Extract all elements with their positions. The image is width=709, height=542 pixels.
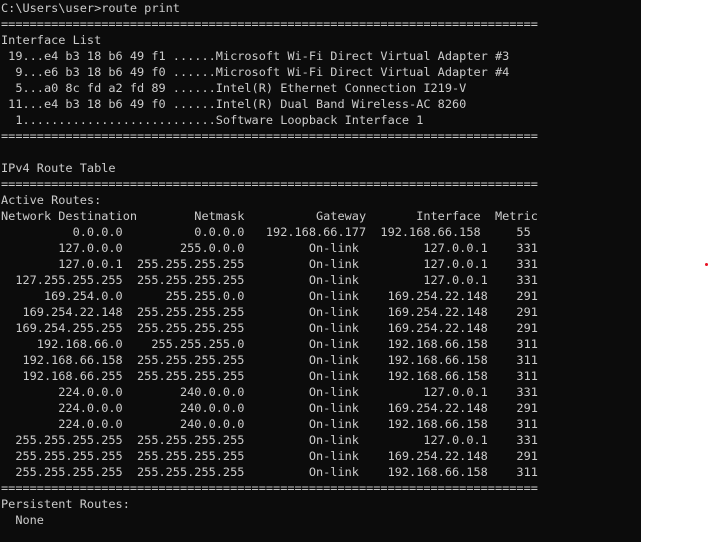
console-window[interactable]: C:\Users\user>route print ===============…	[0, 0, 641, 542]
console-output: C:\Users\user>route print ===============…	[0, 0, 641, 528]
interface-entry: 5...a0 8c fd a2 fd 89 ......Intel(R) Eth…	[1, 81, 467, 95]
interface-entry: 19...e4 b3 18 b6 49 f1 ......Microsoft W…	[1, 49, 510, 63]
route-row: 192.168.66.255 255.255.255.255 On-link 1…	[1, 369, 538, 383]
route-row: 169.254.255.255 255.255.255.255 On-link …	[1, 321, 538, 335]
route-row: 127.0.0.1 255.255.255.255 On-link 127.0.…	[1, 257, 538, 271]
red-dot-marker	[705, 263, 708, 266]
route-row: 192.168.66.158 255.255.255.255 On-link 1…	[1, 353, 538, 367]
route-row: 224.0.0.0 240.0.0.0 On-link 192.168.66.1…	[1, 417, 538, 431]
ipv4-route-table-heading: IPv4 Route Table	[1, 161, 116, 175]
route-row: 0.0.0.0 0.0.0.0 192.168.66.177 192.168.6…	[1, 225, 531, 239]
blank-background	[641, 0, 709, 542]
route-row: 127.255.255.255 255.255.255.255 On-link …	[1, 273, 538, 287]
route-row: 255.255.255.255 255.255.255.255 On-link …	[1, 465, 538, 479]
separator-line: ========================================…	[1, 177, 538, 191]
route-row: 224.0.0.0 240.0.0.0 On-link 169.254.22.1…	[1, 401, 538, 415]
separator-line: ========================================…	[1, 17, 538, 31]
interface-entry: 11...e4 b3 18 b6 49 f0 ......Intel(R) Du…	[1, 97, 467, 111]
route-table-header: Network Destination Netmask Gateway Inte…	[1, 209, 538, 223]
command-line: C:\Users\user>route print	[1, 1, 180, 15]
route-row: 255.255.255.255 255.255.255.255 On-link …	[1, 433, 538, 447]
interface-list-heading: Interface List	[1, 33, 102, 47]
persistent-routes-heading: Persistent Routes:	[1, 497, 130, 511]
active-routes-heading: Active Routes:	[1, 193, 102, 207]
separator-line: ========================================…	[1, 129, 538, 143]
route-row: 169.254.0.0 255.255.0.0 On-link 169.254.…	[1, 289, 538, 303]
persistent-routes-value: None	[1, 513, 44, 527]
route-row: 169.254.22.148 255.255.255.255 On-link 1…	[1, 305, 538, 319]
route-row: 127.0.0.0 255.0.0.0 On-link 127.0.0.1 33…	[1, 241, 538, 255]
separator-line: ========================================…	[1, 481, 538, 495]
route-row: 224.0.0.0 240.0.0.0 On-link 127.0.0.1 33…	[1, 385, 538, 399]
route-row: 255.255.255.255 255.255.255.255 On-link …	[1, 449, 538, 463]
route-row: 192.168.66.0 255.255.255.0 On-link 192.1…	[1, 337, 538, 351]
interface-entry: 1...........................Software Loo…	[1, 113, 424, 127]
interface-entry: 9...e6 b3 18 b6 49 f0 ......Microsoft Wi…	[1, 65, 510, 79]
